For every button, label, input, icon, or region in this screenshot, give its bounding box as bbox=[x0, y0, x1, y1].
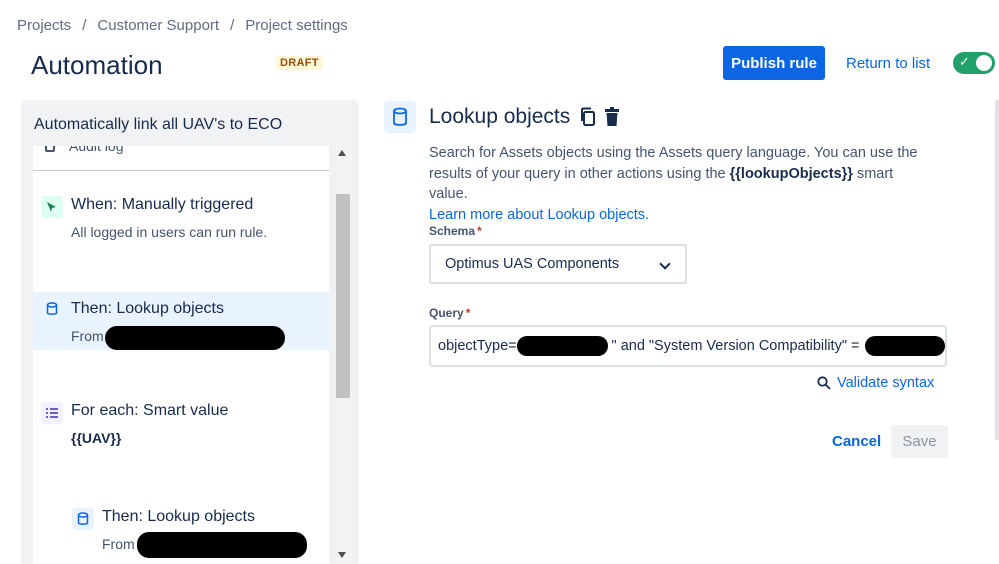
cancel-button[interactable]: Cancel bbox=[832, 433, 881, 450]
breadcrumb-projects[interactable]: Projects bbox=[17, 17, 71, 34]
trigger-cursor-icon bbox=[41, 196, 63, 218]
database-icon bbox=[41, 298, 63, 320]
search-icon bbox=[817, 376, 831, 390]
validate-syntax-label: Validate syntax bbox=[837, 375, 935, 391]
audit-log-label: Audit log bbox=[69, 146, 124, 154]
check-icon: ✓ bbox=[959, 54, 970, 69]
breadcrumb-separator: / bbox=[82, 17, 87, 34]
page-scrollbar[interactable] bbox=[995, 100, 999, 440]
lookup-objects-step-selected[interactable]: Then: Lookup objects From bbox=[33, 292, 329, 350]
copy-icon[interactable] bbox=[579, 107, 597, 132]
required-marker: * bbox=[465, 306, 471, 320]
action-description: Search for Assets objects using the Asse… bbox=[429, 143, 929, 225]
schema-select[interactable]: Optimus UAS Components bbox=[429, 244, 687, 284]
schema-label-text: Schema bbox=[429, 224, 476, 238]
rule-steps-list: Audit log When: Manually triggered All l… bbox=[33, 146, 329, 564]
redaction-mark bbox=[865, 336, 945, 356]
database-icon bbox=[72, 508, 94, 530]
save-button[interactable]: Save bbox=[891, 425, 948, 458]
page-title: Automation bbox=[31, 50, 163, 80]
for-each-step[interactable]: For each: Smart value {{UAV}} bbox=[33, 396, 329, 456]
audit-log-item[interactable]: Audit log bbox=[45, 146, 123, 154]
rule-outline-panel: Automatically link all UAV's to ECO Audi… bbox=[21, 100, 359, 564]
step-subtitle: All logged in users can run rule. bbox=[71, 224, 268, 240]
step-title: Then: Lookup objects bbox=[71, 300, 224, 317]
step-title: For each: Smart value bbox=[71, 402, 229, 419]
publish-rule-button[interactable]: Publish rule bbox=[723, 46, 825, 80]
redaction-mark bbox=[105, 326, 285, 350]
breadcrumb-separator: / bbox=[230, 17, 235, 34]
steps-scrollbar[interactable] bbox=[333, 146, 353, 564]
return-to-list-link[interactable]: Return to list bbox=[846, 55, 930, 72]
step-smart-value: {{UAV}} bbox=[71, 430, 122, 446]
query-label: Query * bbox=[429, 306, 470, 320]
validate-syntax-button[interactable]: Validate syntax bbox=[817, 375, 934, 391]
audit-log-icon bbox=[45, 146, 55, 152]
query-text-middle: " and "System Version Compatibility" = bbox=[611, 338, 860, 354]
step-subtitle: From bbox=[102, 536, 135, 552]
query-input[interactable]: objectType= " and "System Version Compat… bbox=[429, 325, 947, 367]
step-title: Then: Lookup objects bbox=[102, 508, 255, 525]
action-title: Lookup objects bbox=[429, 105, 571, 128]
rule-enabled-toggle[interactable]: ✓ bbox=[953, 52, 995, 74]
step-subtitle: From bbox=[71, 328, 104, 344]
scroll-up-arrow-icon[interactable] bbox=[338, 150, 346, 156]
divider bbox=[33, 170, 329, 171]
redaction-mark bbox=[137, 532, 307, 558]
draft-badge: DRAFT bbox=[276, 56, 323, 70]
trash-icon[interactable] bbox=[603, 107, 621, 132]
smart-value-token: {{lookupObjects}} bbox=[729, 165, 853, 182]
chevron-down-icon bbox=[659, 258, 671, 270]
breadcrumb: Projects / Customer Support / Project se… bbox=[17, 17, 348, 34]
schema-selected-value: Optimus UAS Components bbox=[445, 256, 620, 272]
nested-lookup-objects-step[interactable]: Then: Lookup objects From bbox=[33, 502, 329, 562]
query-text-start: objectType= bbox=[438, 338, 517, 354]
redaction-mark bbox=[516, 336, 608, 356]
list-icon bbox=[41, 402, 63, 424]
lookup-objects-icon bbox=[384, 101, 416, 133]
scroll-thumb[interactable] bbox=[336, 194, 350, 398]
schema-label: Schema * bbox=[429, 224, 482, 238]
required-marker: * bbox=[477, 224, 482, 238]
description-line-2: results of your query in other actions u… bbox=[429, 165, 726, 182]
learn-more-link[interactable]: Learn more about Lookup objects. bbox=[429, 207, 649, 223]
rule-name: Automatically link all UAV's to ECO bbox=[34, 116, 283, 133]
breadcrumb-customer-support[interactable]: Customer Support bbox=[97, 17, 219, 34]
breadcrumb-project-settings[interactable]: Project settings bbox=[245, 17, 348, 34]
trigger-step[interactable]: When: Manually triggered All logged in u… bbox=[33, 190, 329, 250]
query-label-text: Query bbox=[429, 306, 464, 320]
step-title: When: Manually triggered bbox=[71, 196, 254, 213]
scroll-down-arrow-icon[interactable] bbox=[338, 552, 346, 558]
description-line-1: Search for Assets objects using the Asse… bbox=[429, 145, 918, 161]
toggle-knob bbox=[976, 55, 992, 71]
